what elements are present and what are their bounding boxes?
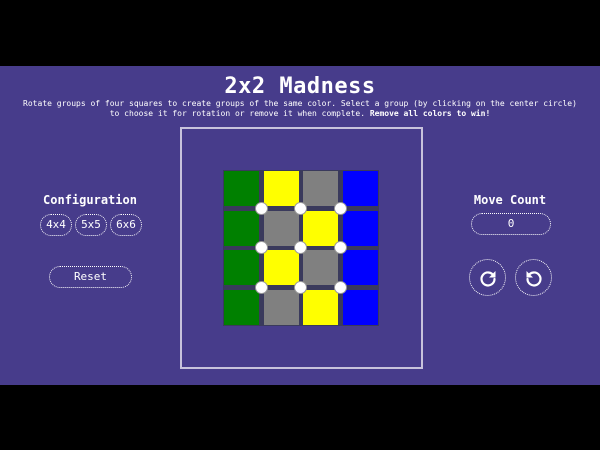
rotate-counterclockwise-icon: [526, 271, 542, 287]
board-cell-blue: [342, 289, 378, 325]
instructions: Rotate groups of four squares to create …: [20, 99, 580, 119]
instructions-line-1: Rotate groups of four squares to create …: [23, 99, 577, 108]
config-option-6x6[interactable]: 6x6: [110, 214, 142, 236]
board-cell-green: [224, 289, 259, 325]
game-title: 2x2 Madness: [224, 74, 376, 99]
board-cell-blue: [342, 250, 378, 285]
configuration-heading: Configuration: [43, 193, 137, 207]
board-cell-yellow: [263, 250, 299, 285]
group-select-node[interactable]: [333, 241, 347, 255]
board-cell-gray: [263, 210, 299, 246]
instructions-line-2-text: to choose it for rotation or remove it w…: [109, 109, 366, 118]
board-cell-gray: [303, 250, 338, 285]
instructions-line-2: to choose it for rotation or remove it w…: [20, 109, 580, 119]
game-panel: 2x2 Madness Rotate groups of four square…: [0, 66, 600, 385]
board-cell-green: [224, 210, 259, 246]
board-cell-yellow: [303, 210, 338, 246]
reset-button[interactable]: Reset: [49, 266, 132, 288]
group-select-node[interactable]: [254, 201, 268, 215]
group-select-node[interactable]: [294, 280, 308, 294]
group-select-node[interactable]: [333, 201, 347, 215]
board-cell-green: [224, 250, 259, 285]
board-cell-gray: [303, 171, 338, 206]
board-cell-yellow: [263, 171, 299, 206]
group-select-node[interactable]: [254, 280, 268, 294]
board-cell-blue: [342, 210, 378, 246]
rotate-counterclockwise-button[interactable]: [515, 259, 552, 296]
rotate-clockwise-button[interactable]: [469, 259, 506, 296]
board-cell-gray: [263, 289, 299, 325]
board-cell-green: [224, 171, 259, 206]
move-count-heading: Move Count: [473, 193, 547, 207]
group-select-node[interactable]: [294, 201, 308, 215]
move-count-value: 0: [471, 213, 551, 235]
instructions-win-text: Remove all colors to win!: [369, 109, 491, 118]
rotate-clockwise-icon: [480, 271, 496, 287]
config-option-5x5[interactable]: 5x5: [75, 214, 107, 236]
board-cell-blue: [342, 171, 378, 206]
config-option-4x4[interactable]: 4x4: [40, 214, 72, 236]
group-select-node[interactable]: [254, 241, 268, 255]
group-select-node[interactable]: [333, 280, 347, 294]
game-board: [223, 170, 379, 326]
board-cell-yellow: [303, 289, 338, 325]
